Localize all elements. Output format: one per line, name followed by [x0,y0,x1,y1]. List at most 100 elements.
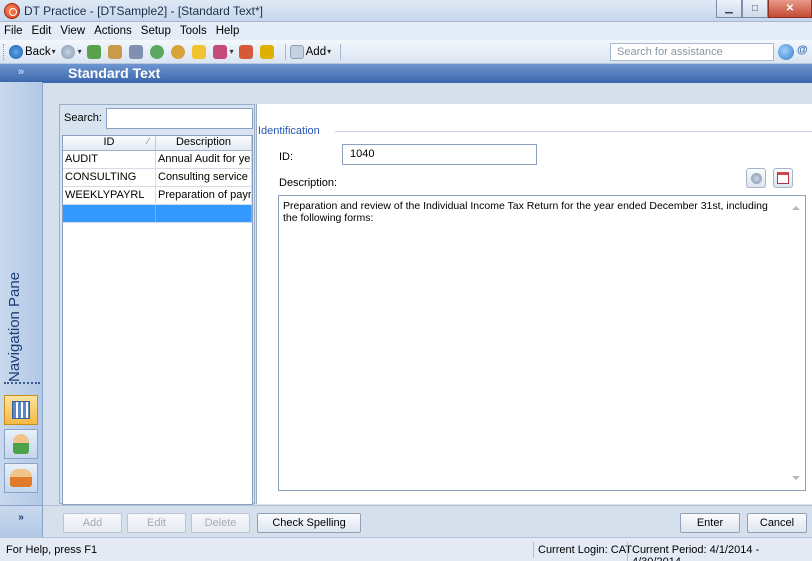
collapse-nav-button[interactable]: » [18,66,24,78]
cell-description: Consulting service [156,169,252,186]
staff-button[interactable] [170,44,187,59]
chevron-down-icon: ▾ [77,47,82,56]
column-header-id[interactable]: ID ⁄ [63,136,156,150]
projects-button[interactable]: ▾ [212,44,234,59]
forward-button[interactable]: ▾ [60,44,82,59]
cancel-button[interactable]: Cancel [747,513,807,533]
insert-variable-icon [750,172,762,184]
search-icon[interactable] [778,44,794,60]
delete-button[interactable]: Delete [191,513,250,533]
back-label: Back [25,45,51,58]
cell-id: CONSULTING [63,169,156,186]
staff-icon [10,469,32,487]
client-icon [13,434,29,454]
back-button[interactable]: Back ▾ [9,44,56,59]
favorites-button[interactable] [191,44,208,59]
menu-view[interactable]: View [60,25,85,37]
check-spelling-button[interactable]: Check Spelling [257,513,361,533]
calendar-button[interactable] [773,168,793,188]
table-row[interactable]: CONSULTING Consulting service [63,169,252,187]
menu-file[interactable]: File [4,25,23,37]
nav-splitter[interactable] [4,382,40,386]
window-title: DT Practice - [DTSample2] - [Standard Te… [24,4,263,18]
detail-panel: Identification ID: 1040 Description: Pre… [256,104,812,504]
identification-group-label: Identification [258,125,323,137]
app-icon [4,3,20,19]
menu-actions[interactable]: Actions [94,25,132,37]
status-help-text: For Help, press F1 [6,544,98,556]
building-icon [12,401,30,419]
insert-variable-button[interactable] [746,168,766,188]
search-label: Search: [64,112,102,124]
nav-building-button[interactable] [4,395,38,425]
window-controls: ▁ □ ✕ [716,0,812,19]
navigation-pane[interactable]: Navigation Pane [0,82,43,505]
id-field[interactable]: 1040 [342,144,537,165]
forward-arrow-icon [60,44,75,59]
calendar-icon [777,172,789,184]
table-row[interactable]: AUDIT Annual Audit for ye [63,151,252,169]
cell-description: Preparation of payr [156,187,252,204]
maximize-button[interactable]: □ [742,0,768,18]
add-button[interactable]: Add [63,513,122,533]
table-row-selected-new[interactable] [63,205,252,223]
billing-icon [238,44,253,59]
home-button[interactable] [107,44,124,59]
client-icon [149,44,164,59]
scroll-down-icon[interactable] [792,476,800,480]
projects-icon [212,44,227,59]
close-button[interactable]: ✕ [768,0,812,18]
billing-button[interactable] [238,44,255,59]
search-input[interactable] [106,108,253,129]
page-title: Standard Text [68,65,161,81]
description-text: Preparation and review of the Individual… [283,200,768,224]
refresh-button[interactable] [86,44,103,59]
minimize-button[interactable]: ▁ [716,0,742,18]
chevron-down-icon: ▾ [327,47,332,56]
expand-nav-button[interactable]: » [0,505,43,537]
edit-button[interactable]: Edit [127,513,186,533]
button-bar: Add Edit Delete Check Spelling Enter Can… [43,505,812,537]
nav-client-button[interactable] [4,429,38,459]
calculator-icon [128,44,143,59]
column-header-description[interactable]: Description [156,136,252,150]
nav-staff-button[interactable] [4,463,38,493]
client-button[interactable] [149,44,166,59]
staff-icon [170,44,185,59]
assistance-search-input[interactable]: Search for assistance [610,43,774,61]
status-bar: For Help, press F1 Current Login: CAT Cu… [0,537,812,561]
menu-setup[interactable]: Setup [141,25,171,37]
table-row[interactable]: WEEKLYPAYRL Preparation of payr [63,187,252,205]
help-icon[interactable]: @ [797,44,811,60]
grid-header: ID ⁄ Description [63,136,252,151]
star-icon [191,44,206,59]
chevron-down-icon: ▾ [51,47,56,56]
cell-description [156,205,252,222]
refresh-icon [86,44,101,59]
toolbar: Back ▾ ▾ ▾ Add ▾ Search for assistance @ [0,40,812,64]
toolbar-grip [3,43,6,60]
title-bar: DT Practice - [DTSample2] - [Standard Te… [0,0,812,22]
column-header-id-label: ID [103,136,115,148]
description-textarea[interactable]: Preparation and review of the Individual… [278,195,806,491]
menu-edit[interactable]: Edit [32,25,52,37]
menu-help[interactable]: Help [216,25,240,37]
menu-tools[interactable]: Tools [180,25,207,37]
add-button[interactable]: Add ▾ [289,44,332,59]
page-header: » Standard Text [0,64,812,82]
add-icon [289,44,304,59]
header-divider [43,82,812,83]
group-divider [335,131,812,132]
scroll-up-icon[interactable] [792,206,800,210]
status-period: Current Period: 4/1/2014 - 4/30/2014 [627,542,812,561]
cell-id: WEEKLYPAYRL [63,187,156,204]
enter-button[interactable]: Enter [680,513,740,533]
notes-button[interactable] [259,44,276,59]
description-scrollbar[interactable] [788,196,805,490]
id-label: ID: [279,151,294,163]
cell-description: Annual Audit for ye [156,151,252,168]
toolbar-separator [284,43,286,60]
calculator-button[interactable] [128,44,145,59]
status-login: Current Login: CAT [533,542,636,558]
standard-text-grid: ID ⁄ Description AUDIT Annual Audit for … [62,135,253,505]
